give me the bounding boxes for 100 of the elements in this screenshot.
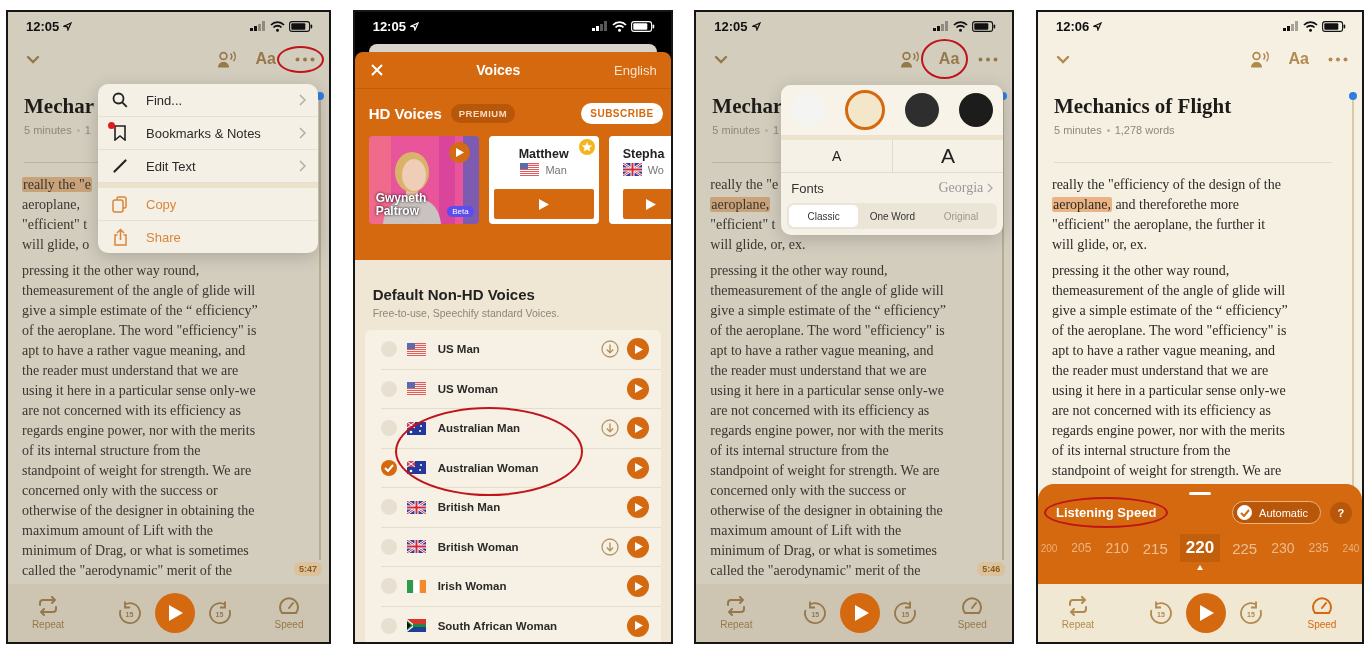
reading-time: 5 minutes <box>1053 124 1102 136</box>
location-icon <box>63 21 73 31</box>
bookmark-icon <box>113 125 127 141</box>
menu-item[interactable]: Bookmarks & Notes <box>98 117 318 150</box>
beta-badge: Beta <box>447 206 474 217</box>
voice-card[interactable]: Matthew Man <box>488 136 599 224</box>
play-button[interactable] <box>626 456 649 479</box>
play-button[interactable] <box>626 535 649 558</box>
more-icon <box>1327 56 1348 62</box>
font-button[interactable]: Aa <box>1286 48 1311 70</box>
battery-icon <box>972 20 997 32</box>
wifi-icon <box>611 20 627 32</box>
subscribe-button[interactable]: SUBSCRIBE <box>581 103 663 124</box>
speed-option[interactable]: 205 <box>1069 537 1094 559</box>
flag-icon <box>406 540 426 554</box>
speed-button[interactable]: Speed <box>267 596 311 630</box>
share-icon <box>112 228 128 246</box>
play-icon <box>634 621 643 631</box>
speed-option[interactable]: 240 <box>1340 538 1362 558</box>
play-button[interactable] <box>626 377 649 400</box>
repeat-button[interactable]: Repeat <box>714 596 759 630</box>
theme-swatch[interactable] <box>905 93 940 127</box>
font-button[interactable]: Aa <box>936 48 962 70</box>
signal-icon <box>933 21 950 31</box>
language-button[interactable]: English <box>614 62 657 78</box>
play-button[interactable] <box>154 593 195 633</box>
separator-dot <box>1106 128 1110 132</box>
play-button[interactable] <box>622 189 671 219</box>
smaller-text-button[interactable]: A <box>781 140 892 172</box>
play-button[interactable] <box>626 614 649 637</box>
voice-row[interactable]: US Woman <box>380 369 661 409</box>
menu-item[interactable]: Find... <box>98 84 318 117</box>
play-button[interactable] <box>1185 593 1226 633</box>
voice-row[interactable]: US Man <box>380 330 661 370</box>
speed-option[interactable]: 200 <box>1038 538 1060 558</box>
automatic-toggle[interactable]: Automatic <box>1232 501 1321 524</box>
check-icon[interactable] <box>380 459 397 476</box>
search-icon <box>112 92 128 108</box>
theme-swatch[interactable] <box>959 93 994 127</box>
voice-name: British Man <box>437 501 502 514</box>
more-icon <box>295 56 315 62</box>
flag-icon <box>406 382 426 396</box>
help-button[interactable]: ? <box>1329 501 1352 524</box>
battery-icon <box>289 20 313 32</box>
speed-option[interactable]: 235 <box>1306 537 1331 559</box>
mode-tab[interactable]: Classic <box>789 205 858 227</box>
menu-item[interactable]: Share <box>98 221 318 253</box>
voice-name: Australian Woman <box>437 461 540 474</box>
flag-icon <box>520 163 540 176</box>
repeat-button[interactable]: Repeat <box>1055 596 1100 630</box>
download-icon[interactable] <box>600 537 619 556</box>
voice-row[interactable]: Australian Man <box>380 409 661 449</box>
voice-row[interactable]: South African Woman <box>380 606 661 642</box>
repeat-icon <box>37 596 59 616</box>
signal-icon <box>591 21 608 31</box>
wifi-icon <box>1302 20 1318 32</box>
close-button[interactable] <box>370 64 383 76</box>
play-button[interactable] <box>626 496 649 519</box>
location-icon <box>409 21 419 31</box>
speed-option[interactable]: 210 <box>1103 536 1131 560</box>
skip-forward-icon <box>1237 600 1264 626</box>
download-icon[interactable] <box>600 340 619 359</box>
voice-name: South African Woman <box>437 619 559 632</box>
speed-button[interactable]: Speed <box>950 596 995 630</box>
play-button[interactable] <box>493 189 594 219</box>
drag-handle[interactable] <box>1188 492 1211 495</box>
skip-back-icon <box>802 600 829 626</box>
skip-back-icon <box>1147 600 1174 626</box>
paragraph: pressing it the other way round, themeasurement of the angle of glide will give a simple estimate of the “ efficiency” of the aeroplane. The word "efficiency" is apt to have a rather vague meaning, and the reader must understand that we are using it here in a particular sense only-we are not concerned with its efficiency as regards engine power, nor with the merits of its internal structure from the standpoint of weight for strength. We are concerned only with the success or otherwise of the designer in obtaining the maximum amount of Lift with the minimum of Drag, or what is sometimes called the "aerodynamic" merit of the <box>710 262 946 580</box>
voice-name: US Man <box>437 343 481 356</box>
play-button[interactable] <box>840 593 881 633</box>
download-icon[interactable] <box>600 419 619 438</box>
repeat-icon <box>725 596 748 616</box>
fonts-row[interactable]: Fonts Georgia <box>781 173 1004 203</box>
wifi-icon <box>953 20 969 32</box>
theme-swatch[interactable] <box>845 90 886 130</box>
premium-badge: PREMIUM <box>450 104 516 123</box>
speed-button[interactable]: Speed <box>1299 596 1344 630</box>
speed-option[interactable]: 225 <box>1230 535 1260 561</box>
voice-card[interactable]: Stepha Wo <box>608 136 671 224</box>
voice-row[interactable]: British Man <box>380 488 661 528</box>
chevron-down-icon <box>714 54 729 64</box>
speed-option[interactable]: 230 <box>1269 536 1297 560</box>
voice-row[interactable]: British Woman <box>380 527 661 567</box>
menu-item[interactable]: Copy <box>98 188 318 221</box>
play-button[interactable] <box>626 338 649 361</box>
larger-text-button[interactable]: A <box>891 140 1004 172</box>
voice-row[interactable]: Irish Woman <box>380 567 661 607</box>
status-time: 12:05 <box>372 18 406 34</box>
document-title: Mechanics of Flight <box>1053 94 1232 119</box>
mode-tab[interactable]: One Word <box>858 205 927 227</box>
font-button[interactable]: Aa <box>253 48 278 70</box>
speed-option[interactable]: 215 <box>1140 535 1170 561</box>
play-button[interactable] <box>626 575 649 598</box>
reading-time: 5 minutes <box>712 124 760 136</box>
location-icon <box>1093 21 1103 31</box>
play-button[interactable] <box>626 417 649 440</box>
voice-icon <box>216 50 237 68</box>
repeat-button[interactable]: Repeat <box>26 596 70 630</box>
voice-row[interactable]: Australian Woman <box>380 448 661 488</box>
